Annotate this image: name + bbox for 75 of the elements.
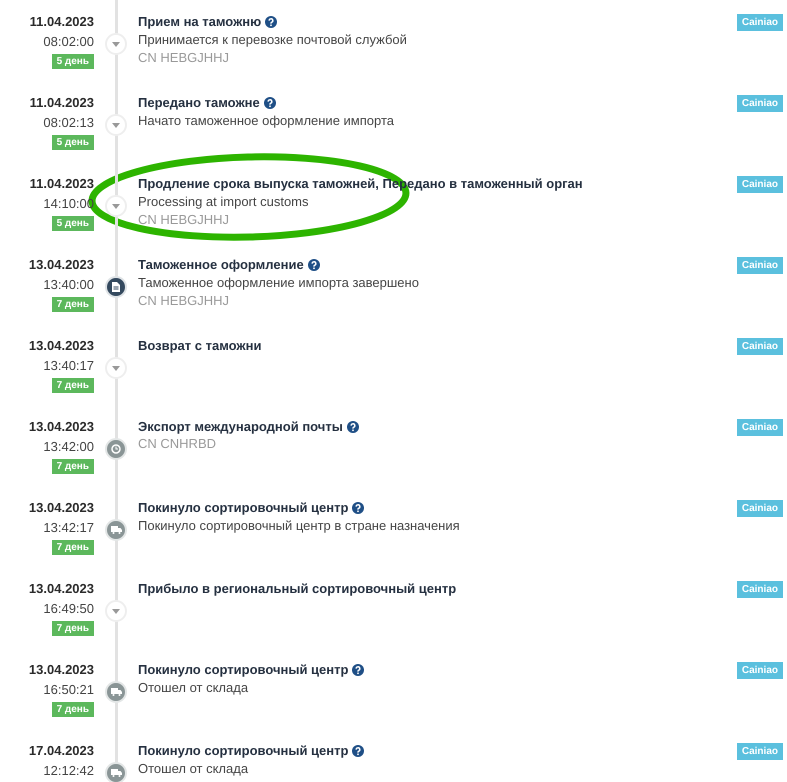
carrier-tag: Cainiao: [736, 743, 783, 760]
carrier-tag: Cainiao: [736, 338, 783, 355]
day-count: 7 день: [52, 459, 94, 474]
carrier-tag: Cainiao: [736, 176, 783, 193]
event-description: Отошел от склада: [138, 679, 250, 697]
event-date: 13.04.2023: [28, 338, 94, 354]
event-description: Покинуло сортировочный центр в стране назначения: [138, 517, 461, 535]
day-count: 7 день: [52, 540, 94, 555]
event-title: Прием на таможню: [138, 14, 262, 30]
event-description: Таможенное оформление импорта завершено: [138, 274, 420, 292]
clock-icon: [111, 444, 121, 454]
event-time: 16:49:50: [43, 600, 94, 618]
event-title: Таможенное оформление: [138, 257, 304, 273]
day-count: 7 день: [52, 621, 94, 636]
help-icon[interactable]: [346, 421, 359, 433]
day-count: 5 день: [52, 54, 94, 69]
event-date: 13.04.2023: [28, 500, 94, 516]
event-time: 13:42:00: [43, 438, 94, 456]
event-description: Отошел от склада: [138, 760, 250, 778]
help-icon[interactable]: [352, 745, 364, 757]
carrier-tag: Cainiao: [736, 581, 783, 598]
event-title: Покинуло сортировочный центр: [138, 662, 348, 678]
day-count: 5 день: [52, 135, 94, 150]
help-icon[interactable]: [264, 97, 276, 109]
event-title: Передано таможне: [138, 95, 260, 111]
event-date: 11.04.2023: [30, 95, 94, 111]
truck-icon: [110, 526, 122, 534]
day-count: 7 день: [52, 378, 94, 393]
carrier-tag: Cainiao: [736, 500, 783, 517]
event-title: Возврат с таможни: [138, 338, 262, 354]
help-icon[interactable]: [308, 259, 320, 271]
event-time: 12:12:42: [43, 762, 94, 780]
event-date: 13.04.2023: [28, 419, 94, 435]
event-title: Покинуло сортировочный центр: [138, 500, 348, 516]
help-icon[interactable]: [352, 502, 364, 514]
event-date: 17.04.2023: [28, 743, 94, 759]
event-time: 16:50:21: [43, 681, 94, 699]
event-date: 13.04.2023: [28, 581, 94, 597]
day-count: 7 день: [52, 297, 94, 312]
carrier-tag: Cainiao: [736, 14, 783, 31]
carrier-tag: Cainiao: [736, 257, 783, 274]
event-time: 13:40:00: [43, 276, 94, 294]
caret-icon: [112, 42, 120, 46]
location-code: CN CNHRBD: [138, 435, 217, 453]
caret-icon: [112, 204, 120, 208]
day-count: 7 день: [52, 702, 94, 717]
truck-icon: [110, 688, 122, 696]
location-code: CN HEBGJHHJ: [138, 292, 230, 310]
carrier-tag: Cainiao: [736, 95, 783, 112]
help-icon[interactable]: [265, 16, 278, 28]
event-time: 08:02:00: [43, 33, 94, 51]
event-time: 13:40:17: [43, 357, 94, 375]
event-description: Начато таможенное оформление импорта: [138, 112, 395, 130]
help-icon[interactable]: [352, 664, 364, 676]
caret-icon: [112, 608, 120, 614]
event-date: 11.04.2023: [30, 14, 94, 30]
carrier-tag: Cainiao: [736, 419, 783, 436]
event-title: Покинуло сортировочный центр: [138, 743, 348, 759]
event-title: Прибыло в региональный сортировочный центр: [138, 581, 456, 597]
event-description: Processing at import customs: [138, 193, 310, 211]
event-date: 13.04.2023: [28, 257, 94, 273]
event-time: 13:42:17: [43, 519, 94, 537]
location-code: CN HEBGJHHJ: [138, 211, 230, 229]
document-icon: [112, 282, 120, 292]
truck-icon: [110, 769, 122, 777]
event-time: 08:02:13: [43, 114, 94, 132]
event-description: Принимается к перевозке почтовой службой: [138, 31, 408, 49]
carrier-tag: Cainiao: [736, 662, 783, 679]
event-date: 13.04.2023: [28, 662, 94, 678]
location-code: CN HEBGJHHJ: [138, 49, 230, 67]
caret-icon: [112, 366, 120, 370]
event-title: Экспорт международной почты: [138, 419, 343, 435]
caret-icon: [112, 122, 120, 128]
day-count: 5 день: [52, 216, 94, 231]
event-date: 11.04.2023: [30, 176, 94, 192]
